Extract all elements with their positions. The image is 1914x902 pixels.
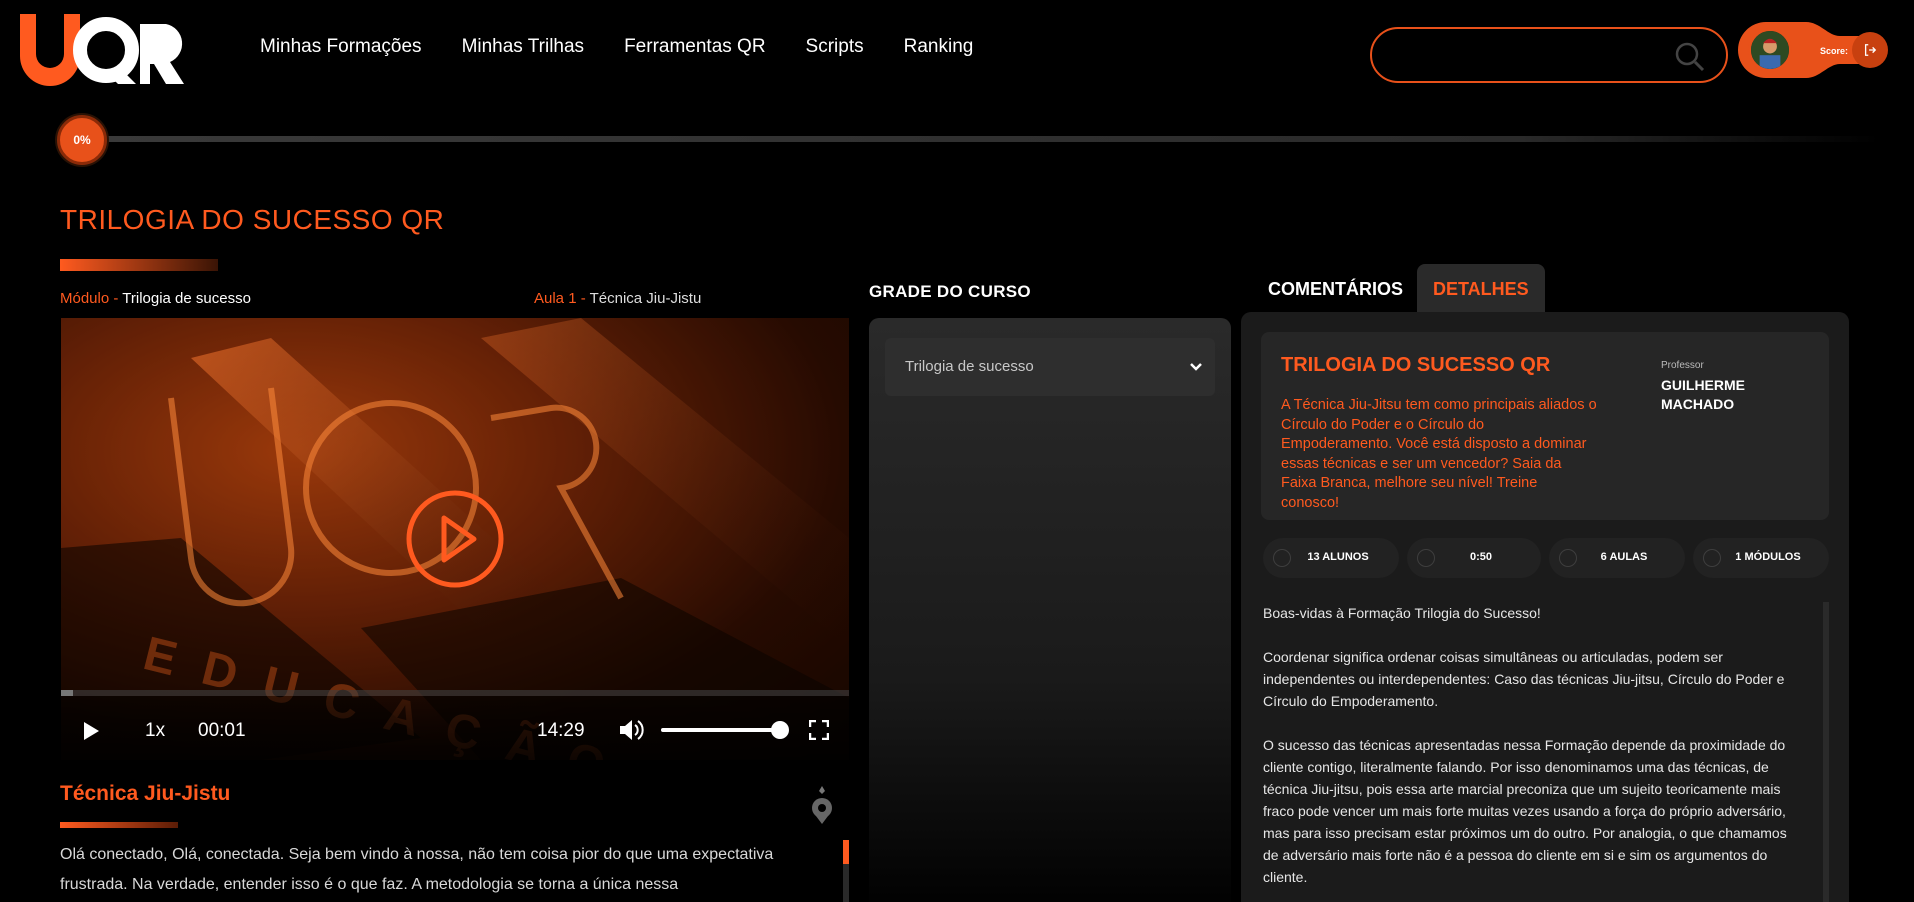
professor-label: Professor bbox=[1661, 360, 1704, 371]
seek-bar-fill bbox=[61, 690, 73, 696]
playback-speed[interactable]: 1x bbox=[145, 720, 165, 742]
stat-students: 13 ALUNOS bbox=[1263, 538, 1399, 578]
transcript-scrollbar[interactable] bbox=[843, 840, 849, 902]
avatar[interactable] bbox=[1748, 28, 1792, 72]
video-controls: 1x 00:01 14:29 bbox=[61, 690, 849, 760]
nav-minhas-formacoes[interactable]: Minhas Formações bbox=[260, 36, 422, 58]
play-overlay-icon[interactable] bbox=[404, 488, 506, 590]
module-breadcrumb: Módulo - Trilogia de sucesso bbox=[60, 290, 251, 307]
top-header: Minhas Formações Minhas Trilhas Ferramen… bbox=[0, 0, 1914, 100]
uqr-logo[interactable] bbox=[18, 10, 196, 88]
lesson-key: Aula 1 - bbox=[534, 290, 590, 307]
module-dropdown[interactable]: Trilogia de sucesso bbox=[885, 338, 1215, 396]
search-input[interactable] bbox=[1370, 27, 1728, 83]
video-player[interactable]: EDUCAÇÃO 1x 00:01 14:29 bbox=[61, 318, 849, 760]
seek-bar[interactable] bbox=[61, 690, 849, 696]
tab-comments[interactable]: COMENTÁRIOS bbox=[1252, 264, 1419, 314]
logout-button[interactable] bbox=[1852, 32, 1888, 68]
lesson-title: Técnica Jiu-Jistu bbox=[60, 782, 231, 805]
course-card-description: A Técnica Jiu-Jitsu tem como principais … bbox=[1281, 397, 1597, 511]
module-key: Módulo - bbox=[60, 290, 123, 307]
chevron-down-icon[interactable] bbox=[1189, 360, 1203, 374]
stat-lessons: 6 AULAS bbox=[1549, 538, 1685, 578]
current-time: 00:01 bbox=[198, 720, 246, 741]
course-card-title: TRILOGIA DO SUCESSO QR bbox=[1281, 354, 1551, 376]
logout-icon bbox=[1864, 44, 1877, 56]
volume-slider[interactable] bbox=[661, 728, 777, 732]
lesson-title-underline bbox=[60, 822, 178, 828]
lesson-breadcrumb: Aula 1 - Técnica Jiu-Jistu bbox=[534, 290, 701, 307]
page-title: TRILOGIA DO SUCESSO QR bbox=[60, 204, 445, 235]
lesson-transcript: Olá conectado, Olá, conectada. Seja bem … bbox=[60, 846, 774, 893]
stat-duration-text: 0:50 bbox=[1469, 551, 1493, 563]
module-dropdown-label: Trilogia de sucesso bbox=[905, 358, 1034, 375]
details-panel: TRILOGIA DO SUCESSO QR A Técnica Jiu-Jit… bbox=[1241, 312, 1849, 902]
main-nav: Minhas Formações Minhas Trilhas Ferramen… bbox=[260, 36, 973, 58]
module-value: Trilogia de sucesso bbox=[122, 290, 251, 307]
description-paragraph: O sucesso das técnicas apresentadas ness… bbox=[1263, 737, 1787, 885]
user-profile[interactable]: Score: bbox=[1738, 22, 1888, 78]
title-underline bbox=[60, 259, 218, 271]
stat-modules: 1 MÓDULOS bbox=[1693, 538, 1829, 578]
nav-minhas-trilhas[interactable]: Minhas Trilhas bbox=[462, 36, 585, 58]
avatar-icon bbox=[1751, 31, 1789, 69]
lesson-value: Técnica Jiu-Jistu bbox=[589, 290, 702, 307]
course-progress-bar bbox=[80, 136, 1880, 142]
course-info-card: TRILOGIA DO SUCESSO QR A Técnica Jiu-Jit… bbox=[1261, 332, 1829, 520]
play-icon[interactable] bbox=[81, 720, 101, 742]
stat-lessons-text: 6 AULAS bbox=[1600, 551, 1648, 563]
description-paragraph: Boas-vidas à Formação Trilogia do Sucess… bbox=[1263, 605, 1541, 621]
transcript-scroll-thumb[interactable] bbox=[843, 840, 849, 864]
nav-scripts[interactable]: Scripts bbox=[806, 36, 864, 58]
professor-name: GUILHERME MACHADO bbox=[1661, 377, 1745, 412]
lesson-badge-icon bbox=[812, 786, 832, 824]
progress-badge: 0% bbox=[57, 115, 107, 165]
search-icon[interactable] bbox=[1674, 41, 1706, 73]
tab-details[interactable]: DETALHES bbox=[1417, 264, 1545, 314]
stat-students-text: 13 ALUNOS bbox=[1307, 551, 1369, 563]
score-label: Score: bbox=[1820, 46, 1849, 56]
course-description: Boas-vidas à Formação Trilogia do Sucess… bbox=[1263, 602, 1803, 888]
volume-knob[interactable] bbox=[771, 721, 789, 739]
description-paragraph: Coordenar significa ordenar coisas simul… bbox=[1263, 649, 1785, 709]
grade-title: GRADE DO CURSO bbox=[869, 282, 1031, 301]
course-grid-panel: Trilogia de sucesso bbox=[869, 318, 1231, 902]
nav-ferramentas-qr[interactable]: Ferramentas QR bbox=[624, 36, 765, 58]
stat-duration: 0:50 bbox=[1407, 538, 1541, 578]
nav-ranking[interactable]: Ranking bbox=[904, 36, 974, 58]
volume-icon[interactable] bbox=[618, 718, 644, 742]
description-scrollbar[interactable] bbox=[1823, 602, 1829, 902]
duration: 14:29 bbox=[537, 720, 585, 741]
fullscreen-icon[interactable] bbox=[809, 720, 829, 740]
stat-modules-text: 1 MÓDULOS bbox=[1735, 551, 1801, 563]
